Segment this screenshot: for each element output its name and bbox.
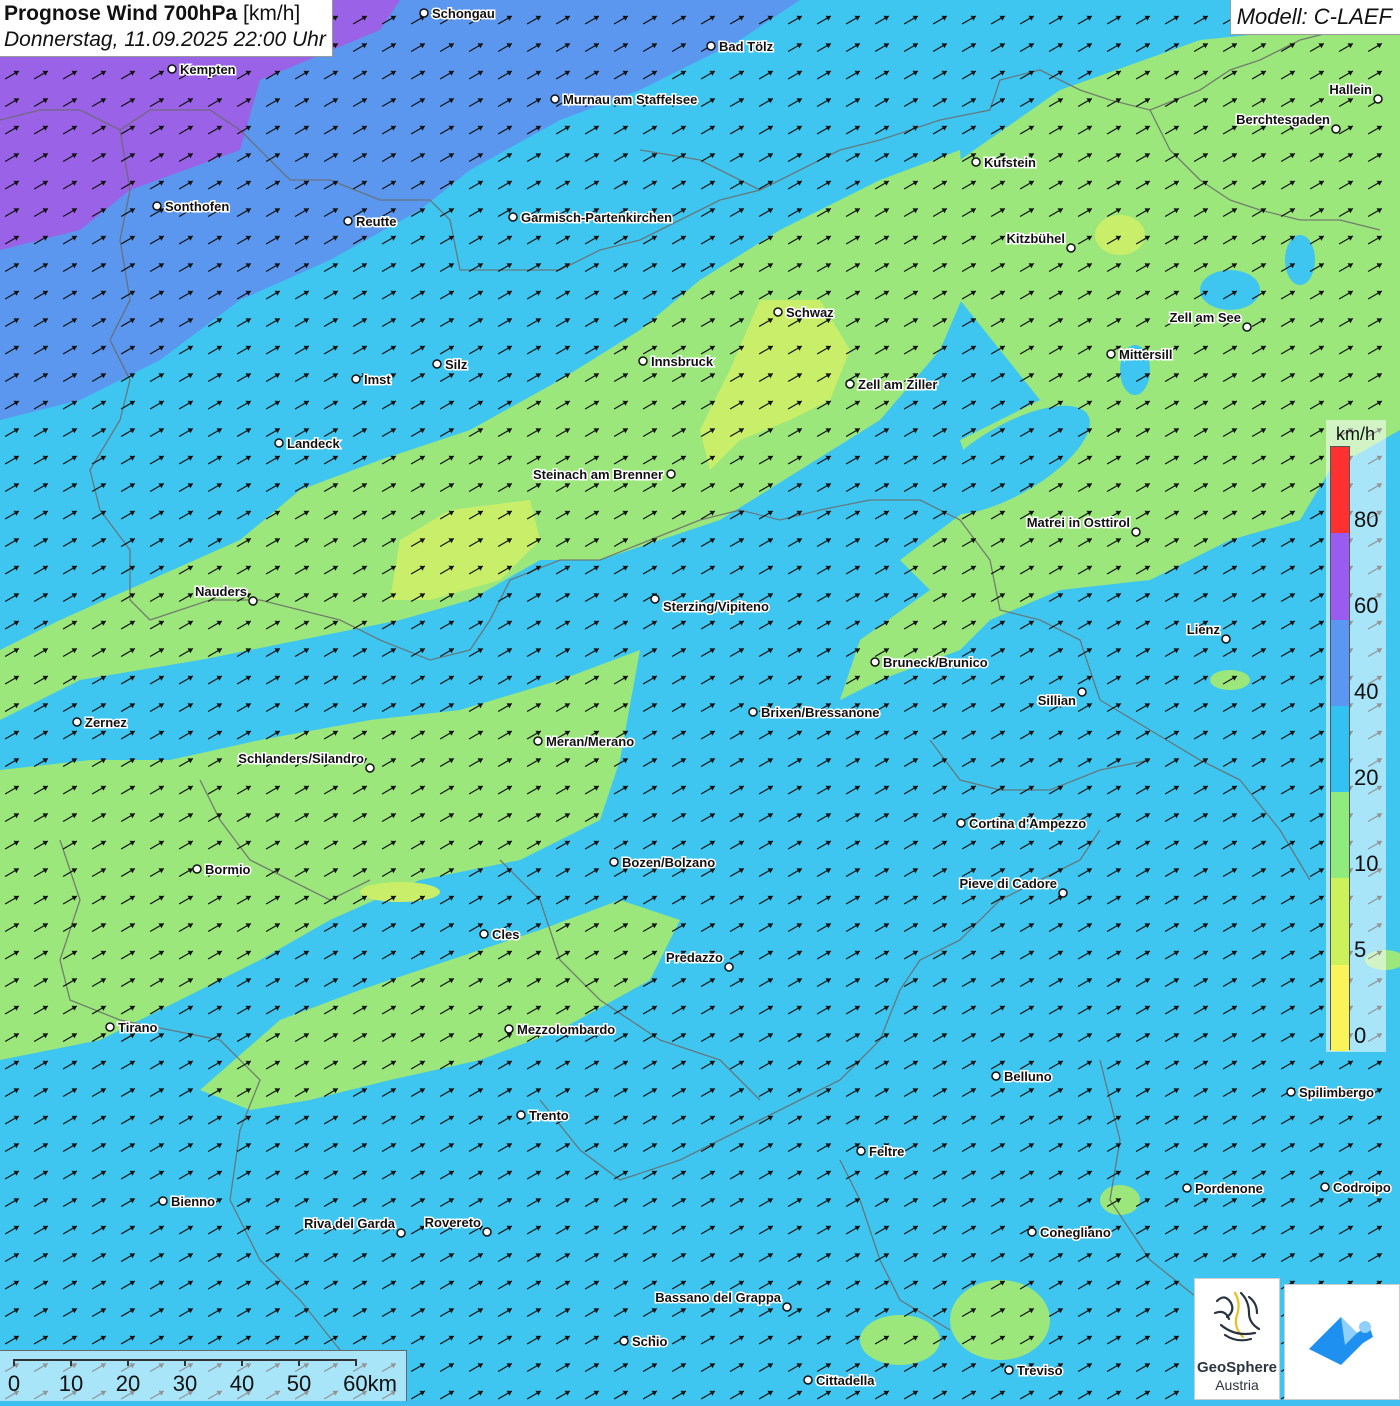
city-dot	[1077, 687, 1087, 697]
city-label: Sillian	[1038, 693, 1076, 708]
city-label: Bruneck/Brunico	[883, 655, 988, 670]
city-label: Schwaz	[786, 305, 834, 320]
city-marker[interactable]: Bruneck/Brunico	[870, 654, 989, 672]
city-dot	[167, 64, 177, 74]
city-dot	[666, 469, 676, 479]
city-label: Murnau am Staffelsee	[563, 92, 697, 107]
city-marker[interactable]: Zell am Ziller	[845, 376, 939, 394]
city-label: Kufstein	[984, 155, 1036, 170]
city-label: Matrei in Osttirol	[1027, 515, 1130, 530]
city-dot	[274, 438, 284, 448]
city-dot	[845, 379, 855, 389]
city-marker[interactable]: Brixen/Bressanone	[748, 704, 881, 722]
city-label: Mittersill	[1119, 347, 1172, 362]
city-label: Bad Tölz	[719, 39, 774, 54]
city-dot	[650, 594, 660, 604]
city-marker[interactable]: Innsbruck	[638, 353, 715, 371]
city-dot	[706, 41, 716, 51]
city-marker[interactable]: Murnau am Staffelsee	[550, 91, 699, 109]
city-dot	[1242, 322, 1252, 332]
city-dot	[248, 596, 258, 606]
city-dot	[1221, 634, 1231, 644]
city-dot	[1373, 94, 1383, 104]
city-dot	[1066, 243, 1076, 253]
city-dot	[508, 212, 518, 222]
city-dot	[1131, 527, 1141, 537]
city-dot	[343, 216, 353, 226]
city-label: Schongau	[432, 6, 495, 21]
city-marker[interactable]: Schongau	[419, 5, 496, 23]
city-label: Steinach am Brenner	[533, 467, 663, 482]
city-label: Sonthofen	[165, 199, 229, 214]
city-label: Sterzing/Vipiteno	[663, 599, 769, 614]
band-10-20-patch	[860, 1315, 940, 1365]
city-label: Garmisch-Partenkirchen	[521, 210, 672, 225]
city-label: Hallein	[1329, 82, 1372, 97]
city-label: Kitzbühel	[1007, 231, 1066, 246]
city-dot	[1106, 349, 1116, 359]
city-dot	[1331, 124, 1341, 134]
city-marker[interactable]: Sonthofen	[152, 198, 231, 216]
city-label: Zell am See	[1169, 310, 1241, 325]
city-dot	[419, 8, 429, 18]
city-dot	[773, 307, 783, 317]
city-label: Zell am Ziller	[858, 377, 937, 392]
city-label: Innsbruck	[651, 354, 714, 369]
city-label: Silz	[445, 357, 468, 372]
city-dot	[152, 201, 162, 211]
city-dot	[432, 359, 442, 369]
wind-forecast-map[interactable]: Schongau Bad Tölz Kempten Murnau am Staffel…	[0, 0, 1400, 1400]
city-dot	[638, 356, 648, 366]
city-dot	[748, 707, 758, 717]
city-label: Imst	[364, 372, 391, 387]
city-label: Reutte	[356, 214, 396, 229]
city-marker[interactable]: Steinach am Brenner	[531, 466, 676, 484]
city-dot	[550, 94, 560, 104]
city-label: Lienz	[1187, 622, 1221, 637]
city-label: Nauders	[195, 584, 247, 599]
band-5-10-patch	[1095, 215, 1145, 255]
city-dot	[351, 374, 361, 384]
band-20-40-hole	[1285, 235, 1315, 285]
band-5-10-patch	[360, 882, 440, 902]
city-label: Berchtesgaden	[1236, 112, 1330, 127]
city-dot	[971, 157, 981, 167]
city-label: Kempten	[180, 62, 236, 77]
band-20-40-hole	[1200, 270, 1260, 310]
city-dot	[870, 657, 880, 667]
city-label: Landeck	[287, 436, 341, 451]
band-10-20-patch	[950, 1280, 1050, 1360]
city-marker[interactable]: Garmisch-Partenkirchen	[508, 209, 674, 227]
